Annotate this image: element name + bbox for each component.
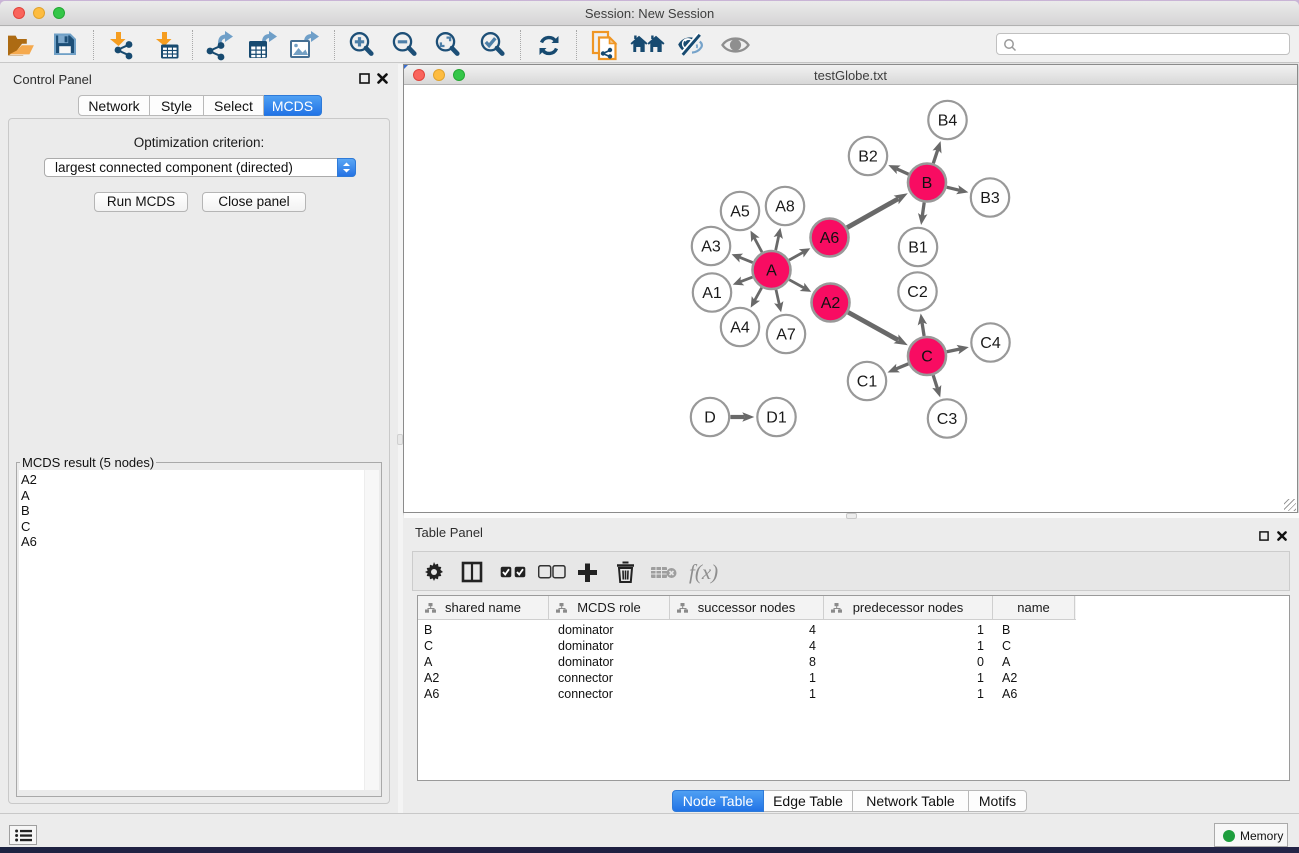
svg-text:B1: B1: [908, 240, 928, 257]
svg-text:C1: C1: [857, 374, 878, 391]
svg-text:D: D: [704, 410, 716, 427]
svg-text:B3: B3: [980, 190, 1000, 207]
svg-text:C: C: [921, 349, 933, 366]
svg-text:A8: A8: [775, 199, 795, 216]
svg-text:C2: C2: [907, 284, 928, 301]
svg-text:B4: B4: [938, 113, 958, 130]
svg-text:A7: A7: [776, 327, 796, 344]
svg-text:A6: A6: [820, 230, 840, 247]
svg-text:A2: A2: [821, 295, 841, 312]
svg-text:B: B: [922, 175, 933, 192]
svg-text:A3: A3: [701, 239, 721, 256]
svg-text:B2: B2: [858, 149, 878, 166]
svg-text:C3: C3: [937, 411, 958, 428]
svg-text:A5: A5: [730, 204, 750, 221]
svg-text:A1: A1: [702, 285, 722, 302]
svg-text:C4: C4: [980, 335, 1001, 352]
svg-text:A: A: [766, 263, 777, 280]
svg-text:A4: A4: [730, 320, 750, 337]
svg-text:D1: D1: [766, 410, 787, 427]
